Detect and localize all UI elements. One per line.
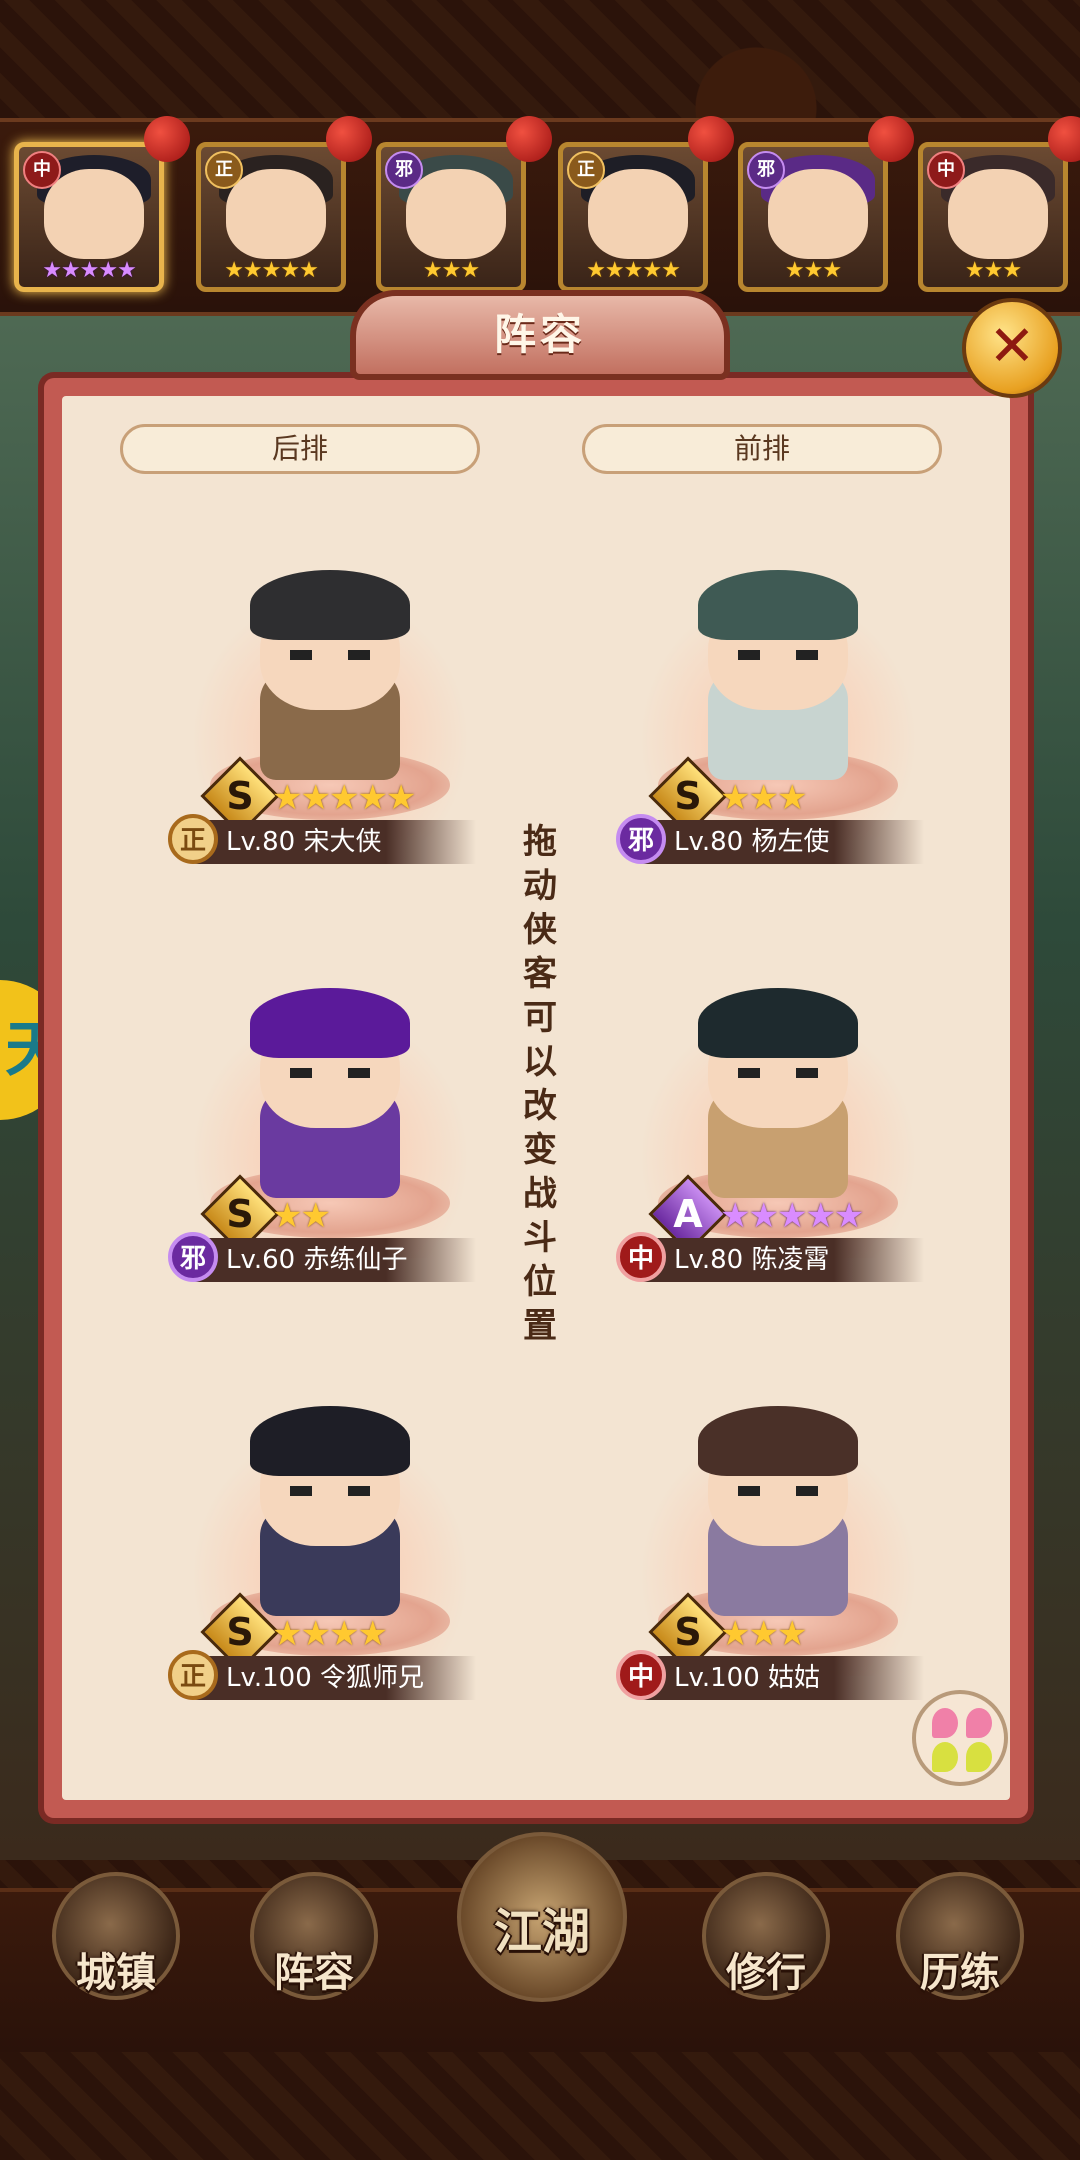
character-hair bbox=[250, 570, 410, 640]
nav-item[interactable]: 城镇 bbox=[46, 1862, 186, 2022]
character-eyes bbox=[738, 650, 818, 660]
lantern-icon bbox=[326, 116, 372, 162]
lineup-character-card[interactable]: S ★★★★ 正 Lv.100 令狐师兄 bbox=[150, 1386, 510, 1746]
grade-letter: A bbox=[673, 1192, 703, 1236]
character-hair bbox=[698, 1406, 858, 1476]
hero-portrait-slot[interactable]: 正 ★★★★★ bbox=[196, 142, 346, 292]
character-hair bbox=[698, 988, 858, 1058]
faction-badge: 邪 bbox=[385, 151, 423, 189]
star-rating: ★★★ bbox=[422, 258, 480, 283]
character-eyes bbox=[290, 1486, 370, 1496]
lantern-icon bbox=[506, 116, 552, 162]
petal-icon bbox=[966, 1708, 992, 1738]
character-name: Lv.80 宋大侠 bbox=[226, 827, 382, 857]
star-rating: ★★★★★ bbox=[224, 258, 319, 283]
petal-icon bbox=[932, 1708, 958, 1738]
nav-label: 历练 bbox=[920, 1950, 1000, 1996]
hero-selection-strip: 中 ★★★★★ 正 ★★★★★ 邪 ★★★ 正 ★★★★★ 邪 ★★★ 中 ★★★ bbox=[0, 116, 1080, 316]
character-hair bbox=[698, 570, 858, 640]
faction-badge: 正 bbox=[567, 151, 605, 189]
faction-badge: 正 bbox=[168, 814, 218, 864]
nav-item[interactable]: 修行 bbox=[696, 1862, 836, 2022]
star-rating: ★★★★ bbox=[272, 1614, 388, 1654]
star-rating: ★★★ bbox=[720, 1614, 807, 1654]
bottom-navigation: 城镇 阵容 江湖修行 历练 bbox=[0, 1832, 1080, 2052]
hero-face bbox=[406, 169, 506, 259]
hero-portrait-slot[interactable]: 中 ★★★★★ bbox=[14, 142, 164, 292]
back-row-label: 后排 bbox=[120, 424, 480, 474]
nav-label: 修行 bbox=[726, 1950, 806, 1996]
hero-portrait-slot[interactable]: 邪 ★★★ bbox=[376, 142, 526, 292]
character-eyes bbox=[290, 650, 370, 660]
lineup-character-card[interactable]: S ★★ 邪 Lv.60 赤练仙子 bbox=[150, 968, 510, 1328]
character-name: Lv.80 杨左使 bbox=[674, 827, 830, 857]
close-icon: ✕ bbox=[988, 314, 1036, 379]
grade-letter: S bbox=[674, 1610, 702, 1654]
faction-badge: 正 bbox=[205, 151, 243, 189]
hero-portrait-slot[interactable]: 中 ★★★ bbox=[918, 142, 1068, 292]
faction-badge: 中 bbox=[616, 1650, 666, 1700]
hero-portrait-slot[interactable]: 邪 ★★★ bbox=[738, 142, 888, 292]
nav-label: 江湖 bbox=[493, 1904, 590, 1960]
character-eyes bbox=[290, 1068, 370, 1078]
lantern-icon bbox=[868, 116, 914, 162]
star-rating: ★★★ bbox=[720, 778, 807, 818]
hero-portrait-slot[interactable]: 正 ★★★★★ bbox=[558, 142, 708, 292]
faction-badge: 邪 bbox=[616, 814, 666, 864]
star-rating: ★★★★★ bbox=[586, 258, 681, 283]
hero-face bbox=[44, 169, 144, 259]
grade-letter: S bbox=[226, 1192, 254, 1236]
faction-badge: 中 bbox=[23, 151, 61, 189]
faction-badge: 正 bbox=[168, 1650, 218, 1700]
star-rating: ★★★ bbox=[784, 258, 842, 283]
character-hair bbox=[250, 988, 410, 1058]
star-rating: ★★★★★ bbox=[272, 778, 416, 818]
panel-title-plate: 阵容 bbox=[350, 290, 730, 380]
close-button[interactable]: ✕ bbox=[962, 298, 1062, 398]
character-name: Lv.80 陈凌霄 bbox=[674, 1245, 830, 1275]
lineup-character-card[interactable]: S ★★★ 中 Lv.100 姑姑 bbox=[598, 1386, 958, 1746]
lantern-icon bbox=[144, 116, 190, 162]
lineup-character-card[interactable]: S ★★★ 邪 Lv.80 杨左使 bbox=[598, 550, 958, 910]
lineup-character-card[interactable]: S ★★★★★ 正 Lv.80 宋大侠 bbox=[150, 550, 510, 910]
nav-label: 城镇 bbox=[76, 1950, 156, 1996]
star-rating: ★★★ bbox=[964, 258, 1022, 283]
star-rating: ★★★★★ bbox=[720, 1196, 864, 1236]
nav-item[interactable]: 历练 bbox=[890, 1862, 1030, 2022]
flower-menu-button[interactable] bbox=[912, 1690, 1008, 1786]
nav-label: 阵容 bbox=[274, 1950, 354, 1996]
grade-letter: S bbox=[226, 774, 254, 818]
character-eyes bbox=[738, 1068, 818, 1078]
star-rating: ★★★★★ bbox=[42, 258, 137, 283]
hero-face bbox=[588, 169, 688, 259]
hero-face bbox=[768, 169, 868, 259]
lineup-character-card[interactable]: A ★★★★★ 中 Lv.80 陈凌霄 bbox=[598, 968, 958, 1328]
lantern-icon bbox=[688, 116, 734, 162]
faction-badge: 邪 bbox=[747, 151, 785, 189]
petal-icon bbox=[966, 1742, 992, 1772]
character-name: Lv.100 姑姑 bbox=[674, 1663, 821, 1693]
nav-item[interactable]: 江湖 bbox=[452, 1832, 632, 2002]
petal-icon bbox=[932, 1742, 958, 1772]
faction-badge: 中 bbox=[616, 1232, 666, 1282]
drag-hint-text: 拖动侠客可以改变战斗位置 bbox=[523, 822, 557, 1346]
nav-item[interactable]: 阵容 bbox=[244, 1862, 384, 2022]
panel-title: 阵容 bbox=[493, 310, 586, 359]
hero-face bbox=[948, 169, 1048, 259]
front-row-label: 前排 bbox=[582, 424, 942, 474]
hero-face bbox=[226, 169, 326, 259]
grade-letter: S bbox=[674, 774, 702, 818]
character-name: Lv.60 赤练仙子 bbox=[226, 1245, 408, 1275]
star-rating: ★★ bbox=[272, 1196, 331, 1236]
character-eyes bbox=[738, 1486, 818, 1496]
character-name: Lv.100 令狐师兄 bbox=[226, 1663, 425, 1693]
faction-badge: 邪 bbox=[168, 1232, 218, 1282]
faction-badge: 中 bbox=[927, 151, 965, 189]
character-hair bbox=[250, 1406, 410, 1476]
grade-letter: S bbox=[226, 1610, 254, 1654]
